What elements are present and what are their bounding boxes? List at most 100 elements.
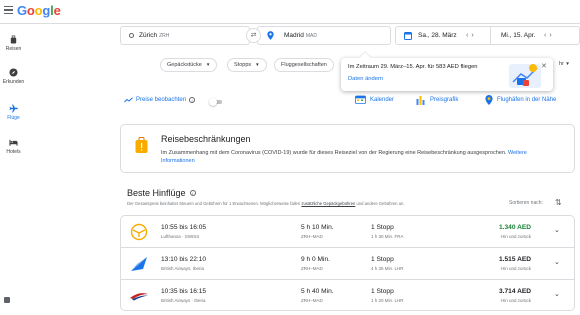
flight-list: 10:55 bis 16:05 Lufthansa · SWISS 5 h 10… <box>120 215 575 311</box>
destination-field[interactable]: Madrid MAD <box>257 26 391 45</box>
flight-carrier: British Airways, Iberia <box>161 266 205 271</box>
trend-icon <box>124 97 133 103</box>
baggage-fees-link[interactable]: zusätzliche Gepäckgebühren <box>301 201 355 206</box>
flight-stops: 1 Stopp <box>371 224 394 231</box>
flight-duration: 5 h 10 Min. <box>301 224 334 231</box>
filter-chip-airlines[interactable]: Fluggesellschaften <box>274 58 334 72</box>
flight-layover: 1 h 20 Min. LHR <box>371 298 404 303</box>
origin-field[interactable]: Zürich ZRH <box>120 26 250 45</box>
sidebar-item-label: Reisen <box>5 46 22 52</box>
results-subtitle: Der Gesamtpreis beinhaltet Steuern und G… <box>127 201 405 206</box>
popup-message: Im Zeitraum 29. März–15. Apr. für 583 AE… <box>348 64 478 70</box>
calendar-button[interactable]: Kalender <box>355 95 394 104</box>
sidebar-item-hotels[interactable]: Hotels <box>0 138 27 155</box>
flight-layover: 1 h 30 Min. FRA <box>371 234 404 239</box>
sidebar-item-label: Flüge <box>7 115 20 121</box>
bed-icon <box>9 139 18 146</box>
price-type: Hin und zurück <box>500 266 531 271</box>
filter-chip-baggage[interactable]: Gepäckstücke ▼ <box>160 58 218 72</box>
google-logo[interactable]: Google <box>17 3 61 18</box>
flight-route: ZRH–MAD <box>301 234 323 239</box>
track-prices-label: Preise beobachten <box>136 97 187 103</box>
sidebar-item-reisen[interactable]: Reisen <box>0 35 27 52</box>
origin-code: ZRH <box>159 33 170 39</box>
top-bar: Google <box>0 0 580 24</box>
calendar-label: Kalender <box>370 96 395 103</box>
return-date[interactable]: Mi., 15. Apr. <box>501 27 535 44</box>
origin-city: Zürich <box>139 32 158 39</box>
chevron-down-icon[interactable]: ⌄ <box>554 226 560 234</box>
date-suggestion-popup: Im Zeitraum 29. März–15. Apr. für 583 AE… <box>341 58 553 91</box>
chip-label: Stopps <box>234 62 252 68</box>
close-icon[interactable]: ✕ <box>541 62 547 70</box>
flight-carrier: Lufthansa · SWISS <box>161 234 200 239</box>
filter-chip-stops[interactable]: Stopps ▼ <box>227 58 267 72</box>
info-icon[interactable]: i <box>189 190 196 196</box>
filter-chip-more[interactable]: hr ▼ <box>559 61 570 67</box>
flight-layover: 4 h 35 Min. LHR <box>371 266 404 271</box>
flight-price: 3.714 AED <box>498 288 531 295</box>
sort-label[interactable]: Sortieren nach: <box>509 200 543 206</box>
suitcase-warning-icon <box>135 137 148 153</box>
multi-airline-logo-icon <box>131 257 147 271</box>
nearby-airports-button[interactable]: Flughäfen in der Nähe <box>485 95 556 105</box>
caret-down-icon: ▼ <box>255 62 260 67</box>
destination-code: MAD <box>305 33 317 39</box>
chevron-right-icon[interactable]: › <box>549 32 554 39</box>
compass-icon <box>9 68 18 77</box>
flight-row[interactable]: 10:55 bis 16:05 Lufthansa · SWISS 5 h 10… <box>121 216 574 248</box>
british-airways-logo-icon <box>130 293 148 301</box>
calendar-icon <box>404 32 412 40</box>
caret-down-icon: ▼ <box>205 62 211 67</box>
location-pin-icon <box>485 95 493 105</box>
restrictions-body: Im Zusammenhang mit dem Coronavirus (COV… <box>161 149 561 165</box>
calendar-icon <box>355 95 366 104</box>
track-prices-toggle[interactable] <box>209 98 224 106</box>
flight-times: 13:10 bis 22:10 <box>161 256 207 263</box>
flight-duration: 5 h 40 Min. <box>301 288 334 295</box>
flight-route: ZRH–MAD <box>301 266 323 271</box>
chip-label: Gepäckstücke <box>167 62 202 68</box>
feedback-icon[interactable] <box>4 297 10 303</box>
divider <box>490 27 491 44</box>
flight-stops: 1 Stopp <box>371 288 394 295</box>
flight-stops: 1 Stopp <box>371 256 394 263</box>
chip-label: hr <box>559 61 564 67</box>
flight-times: 10:55 bis 16:05 <box>161 224 207 231</box>
flight-price: 1.340 AED <box>498 224 531 231</box>
chevron-down-icon[interactable]: ⌄ <box>554 258 560 266</box>
dates-field[interactable]: Sa., 28. März ‹› Mi., 15. Apr. ‹› <box>395 26 580 45</box>
flight-route: ZRH–MAD <box>301 298 323 303</box>
price-graph-label: Preisgrafik <box>430 97 459 103</box>
swap-button[interactable]: ⇄ <box>246 28 261 43</box>
change-dates-link[interactable]: Daten ändern <box>348 76 383 82</box>
bar-chart-icon <box>416 96 425 105</box>
travel-illustration-icon <box>509 64 541 88</box>
flight-row[interactable]: 13:10 bis 22:10 British Airways, Iberia … <box>121 248 574 280</box>
info-icon[interactable]: i <box>189 97 196 103</box>
return-date-stepper[interactable]: ‹› <box>544 27 555 44</box>
flight-duration: 9 h 0 Min. <box>301 256 330 263</box>
results-title: Beste Hinflüge <box>127 188 186 198</box>
price-type: Hin und zurück <box>500 298 531 303</box>
restrictions-text: Im Zusammenhang mit dem Coronavirus (COV… <box>161 150 507 156</box>
sidebar-item-erkunden[interactable]: Erkunden <box>0 68 27 85</box>
results-heading: Beste Hinflüge i <box>127 188 196 198</box>
flight-carrier: British Airways · Iberia <box>161 298 206 303</box>
subtitle-text: und andere Gebühren an. <box>355 201 405 206</box>
menu-icon[interactable] <box>4 6 13 14</box>
lufthansa-logo-icon <box>130 223 148 241</box>
price-type: Hin und zurück <box>500 234 531 239</box>
depart-date-stepper[interactable]: ‹› <box>466 27 477 44</box>
chevron-down-icon[interactable]: ⌄ <box>554 290 560 298</box>
sidebar-item-fluege[interactable]: Flüge <box>0 104 27 121</box>
price-graph-button[interactable]: Preisgrafik <box>416 95 458 105</box>
flight-row[interactable]: 10:35 bis 16:15 British Airways · Iberia… <box>121 280 574 312</box>
sort-icon[interactable]: ⇅ <box>555 198 562 207</box>
luggage-icon <box>10 35 17 44</box>
chevron-right-icon[interactable]: › <box>471 32 476 39</box>
sidebar-item-label: Erkunden <box>2 79 25 85</box>
price-tracking[interactable]: Preise beobachten i <box>124 97 196 103</box>
depart-date[interactable]: Sa., 28. März <box>418 27 457 44</box>
origin-circle-icon <box>129 33 134 38</box>
